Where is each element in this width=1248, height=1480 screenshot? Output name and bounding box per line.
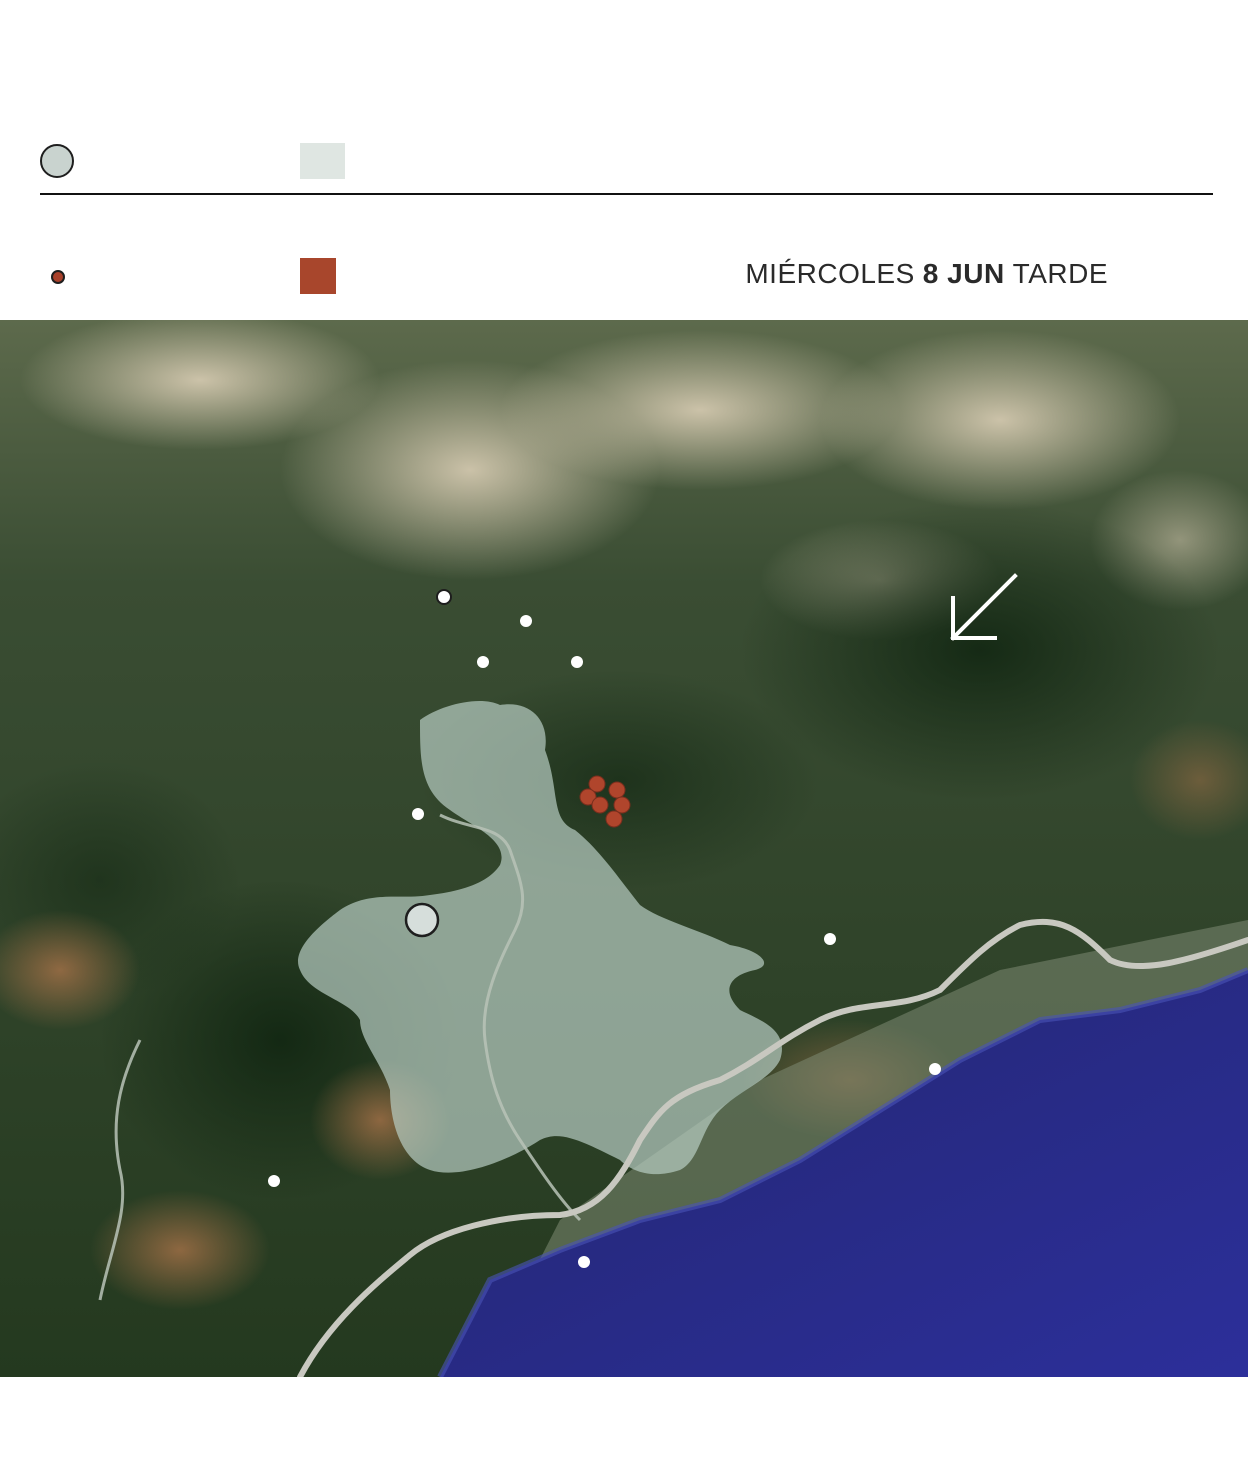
town-marker[interactable] (412, 808, 424, 820)
date-day-month: 8 JUN (922, 258, 1005, 289)
fire-point[interactable] (608, 781, 626, 799)
legend-origin-circle-icon (40, 144, 74, 178)
fire-point[interactable] (591, 796, 609, 814)
fire-point[interactable] (613, 796, 631, 814)
date-period: TARDE (1012, 258, 1108, 289)
legend-divider (40, 193, 1213, 195)
town-marker[interactable] (268, 1175, 280, 1187)
town-marker[interactable] (929, 1063, 941, 1075)
town-marker[interactable] (578, 1256, 590, 1268)
town-marker[interactable] (477, 656, 489, 668)
town-marker[interactable] (824, 933, 836, 945)
fire-origin-marker[interactable] (404, 902, 440, 938)
fire-point[interactable] (605, 810, 623, 828)
town-marker[interactable] (571, 656, 583, 668)
town-marker[interactable] (436, 589, 452, 605)
legend-active-area-swatch (300, 258, 336, 294)
legend-fire-point-icon (51, 270, 65, 284)
date-label: MIÉRCOLES 8 JUN TARDE (745, 258, 1108, 290)
date-weekday: MIÉRCOLES (745, 258, 915, 289)
town-marker[interactable] (520, 615, 532, 627)
legend-burned-area-swatch (300, 143, 345, 179)
legend-row-previous (0, 130, 1248, 190)
satellite-map (0, 320, 1248, 1377)
